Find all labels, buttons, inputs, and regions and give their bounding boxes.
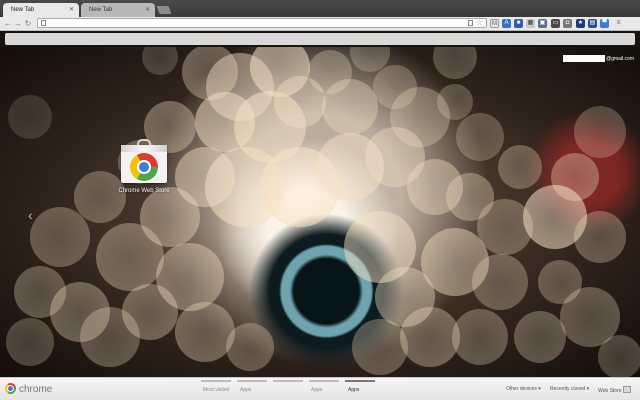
account-email[interactable]: @gmail.com (563, 55, 634, 63)
page-label-apps-selected: Apps (348, 387, 360, 393)
recently-closed-menu[interactable]: Recently closed ▾ (550, 386, 589, 392)
bookmarks-bar (5, 33, 635, 45)
gmail-icon[interactable]: M (490, 19, 499, 28)
omnibox[interactable]: ☆ (37, 18, 487, 28)
bokeh-circle (551, 153, 599, 201)
reload-button[interactable]: ↻ (23, 18, 33, 29)
tab-new-tab-active[interactable]: New Tab ✕ (3, 3, 79, 17)
new-tab-button[interactable] (156, 6, 172, 14)
app-label: Chrome Web Store (118, 188, 170, 194)
tab-new-tab[interactable]: New Tab ✕ (81, 3, 155, 17)
invader-icon[interactable]: ◘ (563, 19, 572, 28)
tab-title: New Tab (11, 7, 35, 13)
bokeh-circle (433, 47, 477, 79)
tool-icon[interactable]: ▦ (526, 19, 535, 28)
ntp-footer: chrome Most visited Apps Apps Apps Other… (0, 377, 640, 400)
page-action-icon[interactable] (468, 20, 473, 26)
forward-button[interactable]: → (13, 18, 23, 29)
bokeh-circle (142, 47, 178, 75)
chevron-left-icon[interactable]: ‹ (28, 207, 33, 223)
extension-icon[interactable]: ■ (514, 19, 523, 28)
page-switcher-apps-3[interactable] (309, 380, 339, 382)
bokeh-circle (400, 307, 460, 367)
page-label-apps-1: Apps (240, 387, 252, 393)
bokeh-circle (574, 106, 626, 158)
tab-title: New Tab (89, 7, 113, 13)
other-devices-menu[interactable]: Other devices ▾ (506, 386, 541, 392)
bokeh-circle (30, 207, 90, 267)
page-icon (41, 20, 46, 26)
close-icon[interactable]: ✕ (145, 3, 150, 17)
bokeh-circle (8, 95, 52, 139)
chat-icon[interactable]: ▀ (600, 19, 609, 28)
other-devices-label: Other devices (506, 386, 537, 392)
tab-strip: New Tab ✕ New Tab ✕ (0, 0, 640, 17)
bokeh-circle (598, 335, 640, 377)
chrome-web-store-icon (121, 139, 167, 183)
redacted-email (563, 55, 606, 63)
bokeh-circle (514, 311, 566, 363)
photo-icon[interactable]: ▣ (538, 19, 547, 28)
bokeh-circle (437, 84, 473, 120)
web-store-label: Web Store (598, 388, 622, 394)
web-store-link[interactable]: Web Store (598, 386, 631, 394)
back-button[interactable]: ← (3, 18, 13, 29)
chevron-down-icon: ▾ (586, 386, 590, 392)
monitor-icon[interactable]: ▭ (551, 19, 560, 28)
close-icon[interactable]: ✕ (69, 3, 74, 17)
toolbar: ← → ↻ ☆ M A ■ ▦ ▣ ▭ ◘ ★ ▤ ▀ ≡ (0, 17, 640, 31)
bokeh-circle (322, 79, 378, 135)
box-extension-icon[interactable]: ▤ (588, 19, 597, 28)
bokeh-circle (80, 307, 140, 367)
chrome-icon (5, 383, 16, 394)
chevron-down-icon: ▾ (538, 386, 541, 392)
bokeh-circle (452, 309, 508, 365)
wrench-menu-icon[interactable]: ≡ (614, 19, 623, 28)
bokeh-circle (6, 318, 54, 366)
email-domain: @gmail.com (606, 56, 634, 62)
chrome-logo: chrome (5, 383, 52, 397)
new-tab-page: @gmail.com Chrome Web Store ‹ (0, 47, 640, 377)
bokeh-circle (344, 211, 416, 283)
app-chrome-web-store[interactable]: Chrome Web Store (113, 139, 175, 194)
star-extension-icon[interactable]: ★ (576, 19, 585, 28)
page-label-most-visited: Most visited (203, 387, 230, 393)
brand-text: chrome (19, 384, 53, 395)
bokeh-circle (498, 145, 542, 189)
bokeh-circle (352, 319, 408, 375)
bookmark-star-icon[interactable]: ☆ (476, 18, 483, 27)
page-switcher-apps-selected[interactable] (345, 380, 375, 382)
recently-closed-label: Recently closed (550, 386, 586, 392)
browser-window: New Tab ✕ New Tab ✕ ← → ↻ ☆ M A ■ ▦ ▣ ▭ … (0, 0, 640, 400)
page-label-apps-2: Apps (311, 387, 323, 393)
bokeh-circle (574, 211, 626, 263)
web-store-icon (622, 386, 631, 393)
page-switcher-most-visited[interactable] (201, 380, 231, 382)
translate-icon[interactable]: A (502, 19, 511, 28)
bokeh-circle (456, 113, 504, 161)
page-switcher-apps-1[interactable] (237, 380, 267, 382)
page-switcher-apps-2[interactable] (273, 380, 303, 382)
bokeh-circle (226, 323, 274, 371)
